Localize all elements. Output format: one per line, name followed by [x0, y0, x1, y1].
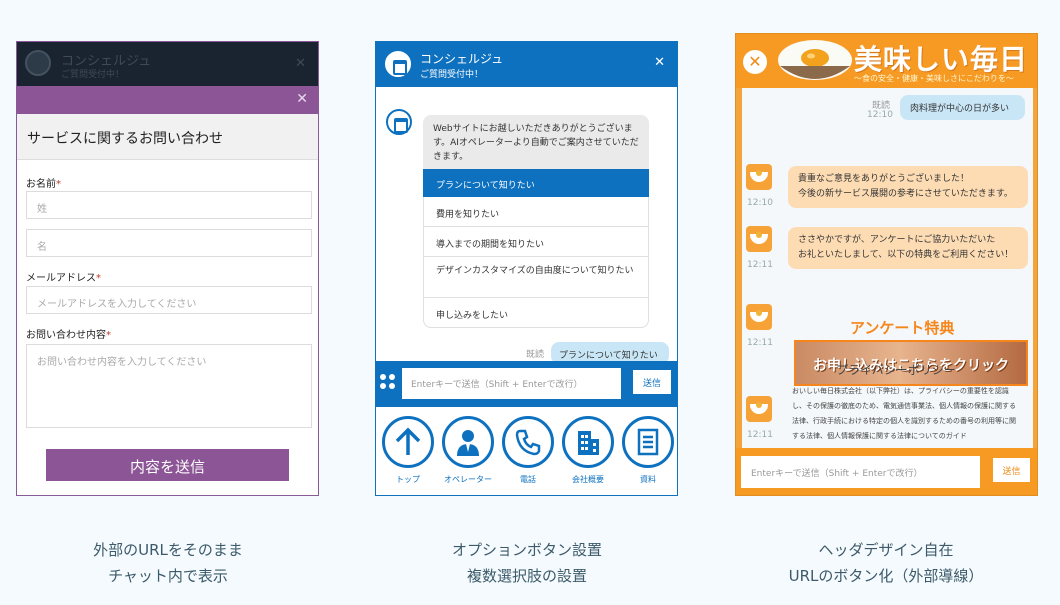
bot-avatar-icon — [746, 164, 772, 190]
timestamp: 12:10 — [747, 198, 773, 208]
send-button[interactable]: 送信 — [993, 458, 1030, 482]
required-mark: * — [96, 273, 101, 284]
brand-tagline: 〜食の安全・健康・美味しさにこだわりを〜 — [854, 74, 1014, 83]
custom-header: ✕ 美味しい毎日 〜食の安全・健康・美味しさにこだわりを〜 — [736, 34, 1037, 88]
caption-panel-2: オプションボタン設置 複数選択肢の設置 — [397, 537, 657, 589]
header-status: ご質問受付中！ — [420, 70, 484, 80]
bot-avatar-icon — [746, 226, 772, 252]
external-url-form-panel: コンシェルジュ ご質問受付中！ ✕ ✕ サービスに関するお問い合わせ お名前* … — [16, 41, 319, 496]
timestamp: 12:11 — [747, 430, 773, 440]
inquiry-label: お問い合わせ内容* — [26, 330, 111, 341]
option-button[interactable]: プランについて知りたい — [423, 169, 649, 197]
form-title: サービスに関するお問い合わせ — [17, 114, 318, 160]
submit-button[interactable]: 内容を送信 — [46, 449, 289, 481]
timestamp: 12:11 — [747, 338, 773, 348]
option-button[interactable]: デザインカスタマイズの自由度について知りたい — [423, 257, 649, 298]
tile-company[interactable]: 会社概要 — [560, 416, 616, 485]
email-label: メールアドレス* — [26, 273, 101, 284]
message-input[interactable]: Enterキーで送信（Shift + Enterで改行） — [741, 456, 980, 488]
bot-message: ささやかですが、アンケートにご協力いただいた お礼といたしまして、以下の特典をご… — [788, 227, 1028, 269]
brand-title: 美味しい毎日 — [854, 43, 1029, 76]
concierge-logo-icon — [25, 50, 51, 76]
timestamp: 12:11 — [747, 260, 773, 270]
tile-label: トップ — [396, 475, 420, 484]
close-icon[interactable]: ✕ — [743, 50, 767, 74]
bot-avatar-icon — [386, 109, 412, 135]
custom-header-panel: ✕ 美味しい毎日 〜食の安全・健康・美味しさにこだわりを〜 既読 12:10 肉… — [735, 33, 1038, 496]
tile-label: 資料 — [640, 475, 656, 484]
caption-line: 複数選択肢の設置 — [466, 567, 587, 585]
document-icon — [622, 416, 674, 468]
embedded-page-bar: ✕ — [17, 86, 318, 114]
required-mark: * — [106, 330, 111, 341]
menu-grid-icon[interactable] — [380, 374, 396, 390]
bot-message: Webサイトにお越しいただきありがとうございます。AIオペレーターより自動でご案… — [423, 115, 649, 169]
last-name-input[interactable]: 姓 — [26, 191, 312, 219]
caption-panel-1: 外部のURLをそのまま チャット内で表示 — [38, 537, 298, 589]
header-title: コンシェルジュ — [420, 52, 504, 66]
caption-line: オプションボタン設置 — [451, 541, 602, 559]
option-tiles: トップ オペレーター 電話 会社概要 資料 — [376, 407, 677, 495]
user-message: 肉料理が中心の日が多い — [900, 95, 1025, 120]
header-status: ご質問受付中！ — [61, 70, 125, 80]
operator-icon — [442, 416, 494, 468]
rice-bowl-icon — [778, 40, 852, 80]
send-button[interactable]: 送信 — [633, 370, 671, 394]
tile-phone[interactable]: 電話 — [500, 416, 556, 485]
option-buttons-panel: コンシェルジュ ご質問受付中！ ✕ Webサイトにお越しいただきありがとうござい… — [375, 41, 678, 496]
chat-header: コンシェルジュ ご質問受付中！ ✕ — [376, 42, 677, 87]
caption-line: ヘッダデザイン自在 — [818, 541, 954, 559]
tile-top[interactable]: トップ — [380, 416, 436, 485]
phone-icon — [502, 416, 554, 468]
tile-label: 電話 — [520, 475, 536, 484]
caption-line: 外部のURLをそのまま — [93, 541, 243, 559]
bot-message: 貴重なご意見をありがとうございました！ 今後の新サービス展開の参考にさせていただ… — [788, 166, 1028, 208]
chat-input-bar: Enterキーで送信（Shift + Enterで改行） 送信 — [376, 361, 677, 407]
caption-panel-3: ヘッダデザイン自在 URLのボタン化（外部導線） — [756, 537, 1016, 589]
message-input[interactable]: Enterキーで送信（Shift + Enterで改行） — [402, 368, 621, 399]
option-button[interactable]: 導入までの期間を知りたい — [423, 227, 649, 257]
survey-title: アンケート特典 — [850, 319, 955, 337]
tile-documents[interactable]: 資料 — [620, 416, 676, 485]
concierge-logo-icon — [385, 51, 411, 77]
arrow-up-icon — [382, 416, 434, 468]
building-icon — [562, 416, 614, 468]
caption-line: チャット内で表示 — [108, 567, 228, 585]
read-receipt: 既読 — [526, 350, 545, 360]
tile-operator[interactable]: オペレーター — [440, 416, 496, 485]
first-name-input[interactable]: 名 — [26, 229, 312, 257]
caption-line: URLのボタン化（外部導線） — [788, 567, 984, 585]
privacy-body: おいしい毎日株式会社（以下弊社）は、プライバシーの重要性を認識し、その保護の徹底… — [792, 387, 1016, 440]
tile-label: オペレーター — [444, 475, 492, 484]
tile-label: 会社概要 — [572, 475, 604, 484]
close-icon[interactable]: ✕ — [654, 55, 665, 70]
name-label: お名前* — [26, 179, 61, 190]
option-button[interactable]: 申し込みをしたい — [423, 298, 649, 328]
bot-avatar-icon — [746, 304, 772, 330]
dimmed-chat-header: コンシェルジュ ご質問受付中！ ✕ — [17, 42, 318, 86]
chat-input-bar: Enterキーで送信（Shift + Enterで改行） 送信 — [736, 448, 1037, 495]
close-icon[interactable]: ✕ — [295, 56, 306, 71]
inquiry-textarea[interactable]: お問い合わせ内容を入力してください — [26, 344, 312, 428]
timestamp: 12:10 — [867, 110, 893, 120]
option-button[interactable]: 費用を知りたい — [423, 197, 649, 227]
close-embedded-icon[interactable]: ✕ — [296, 91, 308, 107]
required-mark: * — [56, 179, 61, 190]
bot-avatar-icon — [746, 396, 772, 422]
email-input[interactable]: メールアドレスを入力してください — [26, 286, 312, 314]
privacy-title: プライバシーポリシー — [836, 363, 956, 377]
